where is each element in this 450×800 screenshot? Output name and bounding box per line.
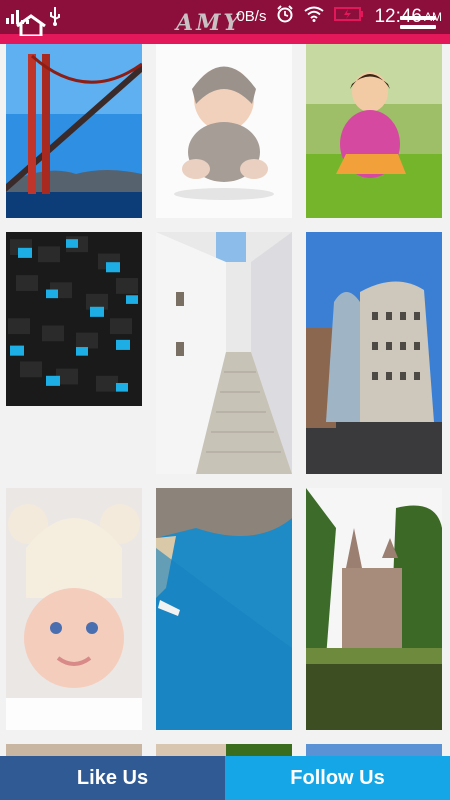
- appbar-accent-line: [0, 34, 450, 44]
- wallpaper-grid: [0, 44, 450, 756]
- white-street-stairs-wallpaper[interactable]: [156, 232, 292, 474]
- follow-us-button[interactable]: Follow Us: [225, 756, 450, 800]
- menu-icon[interactable]: [400, 16, 436, 34]
- girl-on-grass-wallpaper[interactable]: [306, 44, 442, 218]
- next-wallpaper-1[interactable]: [6, 744, 142, 756]
- data-speed: 0B/s: [236, 8, 267, 25]
- status-bar: AMY 0B/s 12:46 AM: [0, 0, 450, 36]
- next-wallpaper-3[interactable]: [306, 744, 442, 756]
- bottom-bar: Like Us Follow Us: [0, 756, 450, 800]
- alarm-icon: [276, 5, 294, 28]
- blue-bay-wallpaper[interactable]: [156, 488, 292, 730]
- baby-sitting-wallpaper[interactable]: [156, 44, 292, 218]
- dancing-house-wallpaper[interactable]: [306, 232, 442, 474]
- usb-icon: [48, 6, 62, 31]
- like-us-button[interactable]: Like Us: [0, 756, 225, 800]
- wifi-icon: [304, 6, 325, 27]
- next-wallpaper-2[interactable]: [156, 744, 292, 756]
- battery-icon: [334, 6, 364, 27]
- brand-watermark: AMY: [176, 10, 243, 36]
- baby-knit-hat-wallpaper[interactable]: [6, 488, 142, 730]
- golden-gate-bridge-wallpaper[interactable]: [6, 44, 142, 218]
- blue-cubes-wallpaper[interactable]: [6, 232, 142, 406]
- castle-lake-wallpaper[interactable]: [306, 488, 442, 730]
- home-icon[interactable]: [14, 14, 48, 41]
